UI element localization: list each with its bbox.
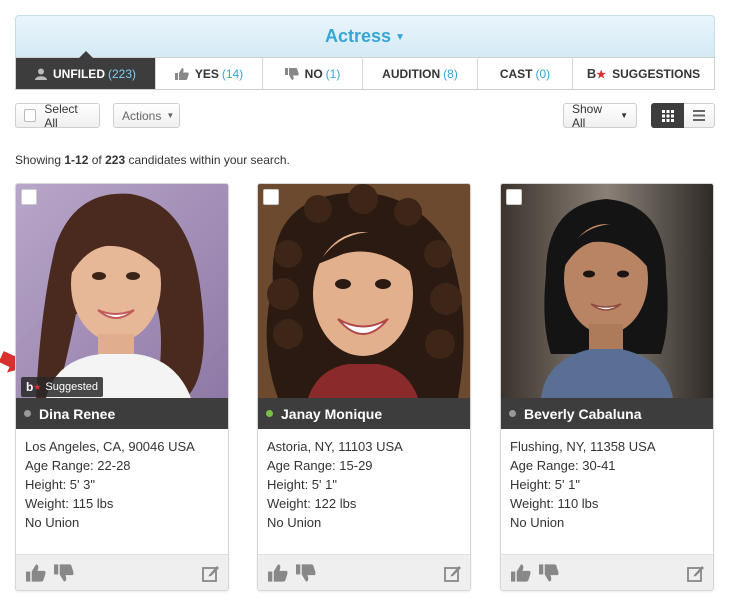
thumbs-up-icon[interactable] — [26, 564, 46, 582]
candidate-location: Astoria, NY, 11103 USA — [267, 439, 403, 454]
candidate-age-range: Age Range: 22-28 — [25, 458, 131, 473]
tab-count: (223) — [107, 66, 136, 81]
tab-unfiled[interactable]: UNFILED (223) — [16, 51, 156, 89]
user-icon — [34, 68, 47, 80]
tab-suggestions[interactable]: b ★ SUGGESTIONS — [573, 58, 714, 89]
card-footer — [16, 554, 228, 590]
tab-label: NO — [304, 66, 323, 81]
actions-dropdown[interactable]: Actions ▼ — [113, 103, 180, 128]
candidate-height: Height: 5' 1" — [510, 477, 580, 492]
status-tabs: UNFILED (223) YES (14) NO (1) AUDITION (… — [15, 51, 715, 90]
candidate-checkbox[interactable] — [263, 189, 279, 205]
candidate-union: No Union — [25, 515, 80, 530]
headshot-photo[interactable] — [258, 184, 470, 398]
candidate-info: Flushing, NY, 11358 USA Age Range: 30-41… — [510, 437, 656, 532]
edit-note-icon[interactable] — [444, 564, 462, 582]
backstage-logo-icon: b ★ — [586, 66, 607, 81]
thumbs-down-icon[interactable] — [54, 564, 74, 582]
candidate-age-range: Age Range: 30-41 — [510, 458, 616, 473]
candidate-info: Astoria, NY, 11103 USA Age Range: 15-29 … — [267, 437, 403, 532]
candidate-location: Flushing, NY, 11358 USA — [510, 439, 656, 454]
role-title: Actress — [325, 26, 392, 46]
candidate-name-bar[interactable]: Dina Renee — [16, 398, 228, 429]
summary-range: 1-12 — [64, 153, 89, 167]
candidate-height: Height: 5' 1" — [267, 477, 337, 492]
candidate-age-range: Age Range: 15-29 — [267, 458, 373, 473]
candidate-card[interactable]: b ★ Suggested Dina Renee Los Angeles, CA,… — [15, 183, 229, 591]
headshot-photo[interactable] — [501, 184, 713, 398]
show-all-label: Show All — [572, 101, 603, 130]
summary-total: 223 — [105, 153, 126, 167]
tab-count: (8) — [443, 66, 458, 81]
card-footer — [258, 554, 470, 590]
candidate-height: Height: 5' 3" — [25, 477, 95, 492]
select-all-label: Select All — [44, 101, 78, 130]
candidate-checkbox[interactable] — [21, 189, 37, 205]
candidate-location: Los Angeles, CA, 90046 USA — [25, 439, 195, 454]
edit-note-icon[interactable] — [202, 564, 220, 582]
role-header: Actress ▼ — [15, 15, 715, 57]
grid-icon — [661, 109, 674, 122]
status-dot-icon — [24, 410, 31, 417]
thumbs-up-icon — [174, 67, 189, 80]
tab-count: (14) — [221, 66, 244, 81]
chevron-down-icon: ▼ — [395, 31, 405, 43]
card-footer — [501, 554, 713, 590]
list-icon — [693, 110, 705, 121]
tab-yes[interactable]: YES (14) — [156, 58, 263, 89]
candidate-weight: Weight: 115 lbs — [25, 496, 114, 511]
suggested-badge: b ★ Suggested — [21, 377, 104, 397]
headshot-photo[interactable] — [16, 184, 228, 398]
show-all-dropdown[interactable]: Show All ▼ — [563, 101, 637, 130]
candidate-card[interactable]: Janay Monique Astoria, NY, 11103 USA Age… — [257, 183, 471, 591]
candidate-union: No Union — [510, 515, 565, 530]
tab-audition[interactable]: AUDITION (8) — [363, 58, 478, 89]
candidate-weight: Weight: 110 lbs — [510, 496, 599, 511]
tab-count: (0) — [535, 66, 551, 81]
candidate-checkbox[interactable] — [506, 189, 522, 205]
summary-prefix: Showing — [15, 153, 65, 167]
select-all-checkbox[interactable] — [24, 109, 37, 122]
tab-count: (1) — [325, 66, 341, 81]
tab-no[interactable]: NO (1) — [263, 58, 363, 89]
candidate-name: Dina Renee — [39, 405, 116, 422]
chevron-down-icon: ▼ — [620, 111, 628, 120]
results-summary: Showing 1-12 of 223 candidates within yo… — [15, 153, 290, 167]
edit-note-icon[interactable] — [687, 564, 705, 582]
thumbs-up-icon[interactable] — [268, 564, 288, 582]
tab-label: CAST — [499, 66, 533, 81]
role-dropdown[interactable]: Actress ▼ — [325, 26, 405, 47]
tab-label: UNFILED — [52, 66, 105, 81]
chevron-down-icon: ▼ — [166, 111, 175, 120]
tab-label: SUGGESTIONS — [612, 66, 701, 81]
grid-view-button[interactable] — [651, 103, 684, 128]
thumbs-up-icon[interactable] — [511, 564, 531, 582]
tab-label: YES — [194, 66, 219, 81]
suggested-label: Suggested — [45, 381, 99, 393]
backstage-logo-icon: b — [26, 380, 34, 394]
candidate-name: Janay Monique — [281, 405, 383, 422]
thumbs-down-icon[interactable] — [296, 564, 316, 582]
status-dot-icon — [509, 410, 516, 417]
tab-label: AUDITION — [382, 66, 441, 81]
candidate-name: Beverly Cabaluna — [524, 405, 642, 422]
thumbs-down-icon — [284, 67, 299, 80]
candidate-weight: Weight: 122 lbs — [267, 496, 357, 511]
candidate-name-bar[interactable]: Beverly Cabaluna — [501, 398, 713, 429]
actions-label: Actions — [122, 108, 162, 123]
thumbs-down-icon[interactable] — [539, 564, 559, 582]
candidate-info: Los Angeles, CA, 90046 USA Age Range: 22… — [25, 437, 195, 532]
candidate-card[interactable]: Beverly Cabaluna Flushing, NY, 11358 USA… — [500, 183, 714, 591]
tab-cast[interactable]: CAST (0) — [478, 58, 573, 89]
summary-suffix: candidates within your search. — [125, 153, 290, 167]
summary-of: of — [88, 153, 106, 167]
list-view-button[interactable] — [684, 103, 715, 128]
candidate-union: No Union — [267, 515, 322, 530]
select-all-button[interactable]: Select All — [15, 101, 100, 130]
candidate-name-bar[interactable]: Janay Monique — [258, 398, 470, 429]
status-dot-icon — [266, 410, 273, 417]
